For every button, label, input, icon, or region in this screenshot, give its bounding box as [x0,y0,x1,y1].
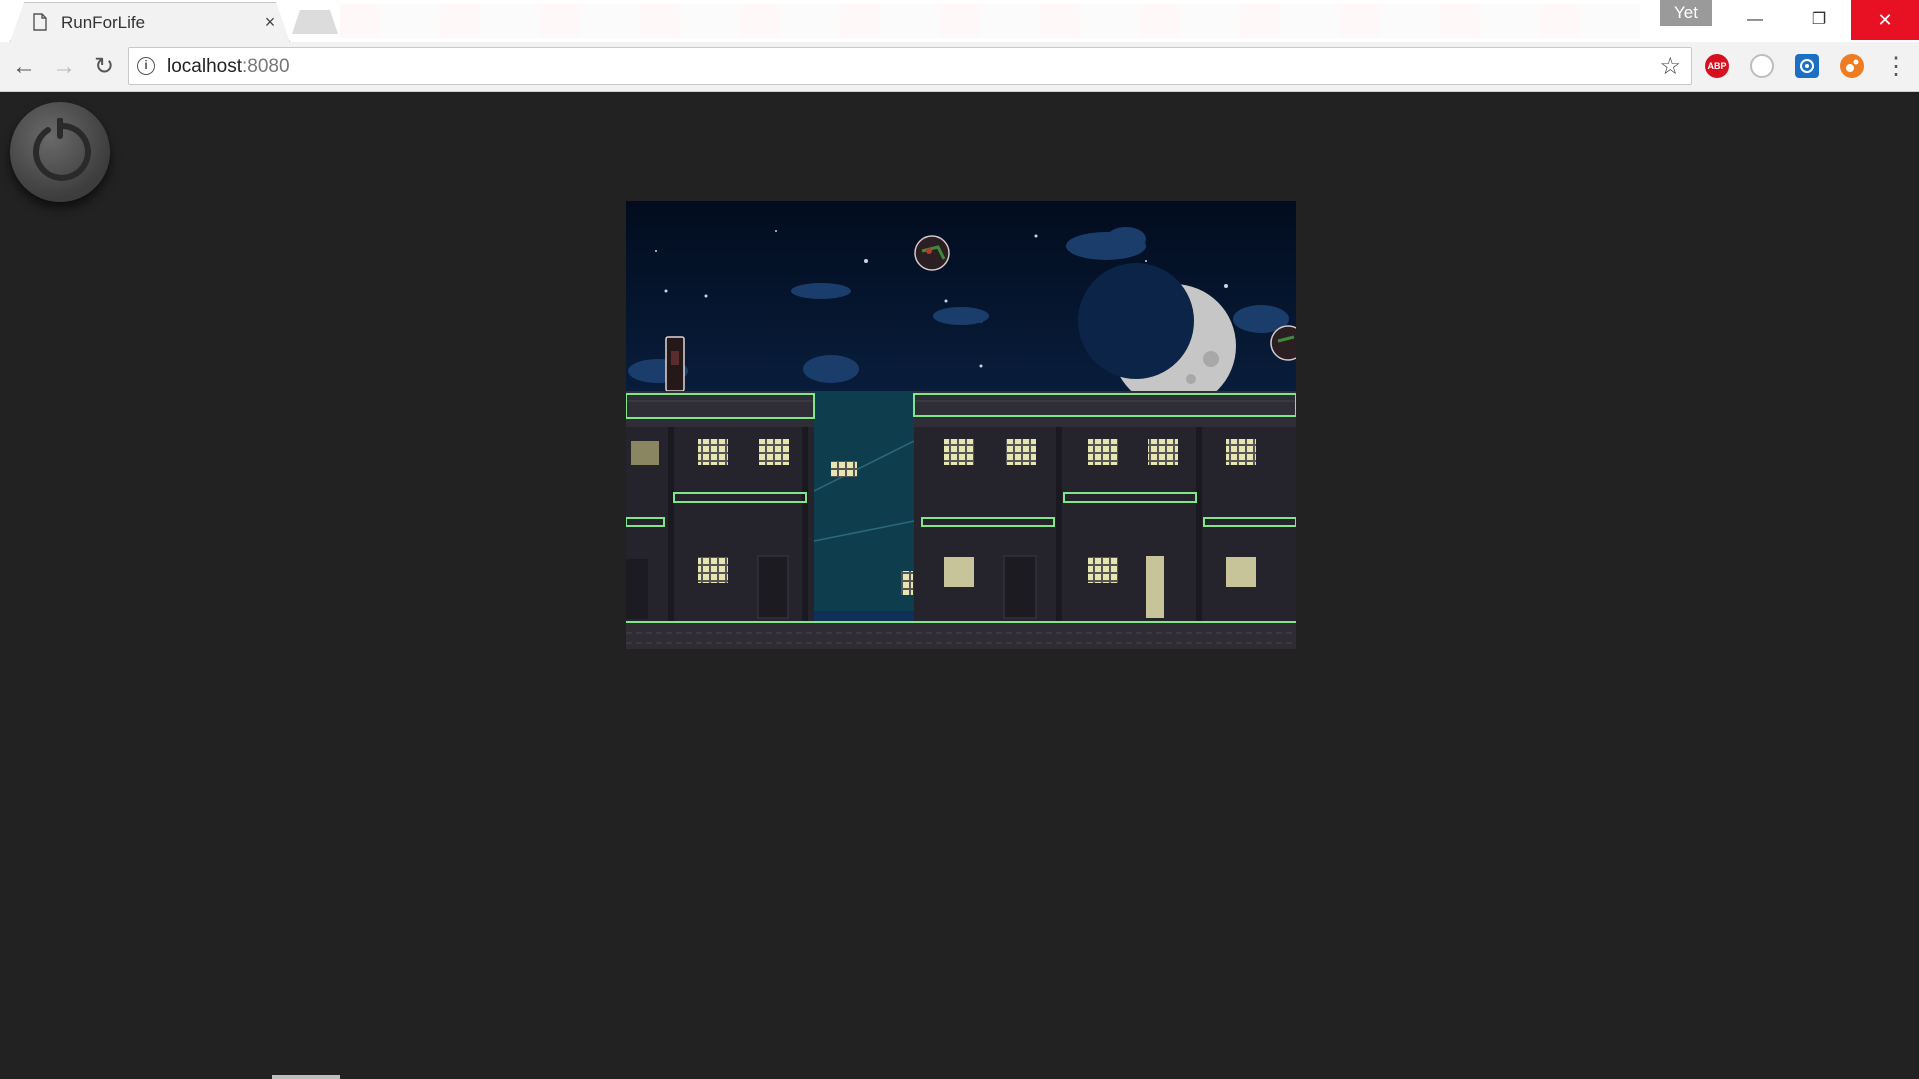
blurred-tab-area [340,4,1640,38]
enemy-drone [914,235,950,271]
search-extension-icon[interactable] [1750,54,1774,78]
reload-button[interactable]: ↻ [86,49,122,85]
tab-close-icon[interactable]: × [259,11,281,33]
url-host: localhost [167,56,242,77]
game-canvas[interactable] [626,201,1296,649]
new-tab-button[interactable] [292,10,338,34]
url-port: :8080 [242,56,290,77]
browser-menu-button[interactable]: ⋮ [1884,51,1908,83]
street-ground [626,623,1296,649]
adblock-plus-icon[interactable]: ABP [1705,54,1729,78]
close-window-button[interactable]: ✕ [1851,0,1919,40]
back-button[interactable]: ← [6,49,42,85]
orange-extension-icon[interactable] [1840,54,1864,78]
blue-extension-icon[interactable] [1795,54,1819,78]
scroll-indicator [272,1075,340,1079]
address-bar[interactable]: i localhost:8080 ☆ [128,47,1692,85]
maximize-button[interactable]: ❐ [1787,0,1851,40]
restart-icon [32,118,91,181]
player-character [665,336,685,392]
alley-background [814,391,914,611]
browser-toolbar: ← → ↻ i localhost:8080 ☆ ABP ⋮ [0,42,1919,92]
tab-title: RunForLife [61,13,146,32]
tab-strip: RunForLife × Yet — ❐ ✕ [0,0,1919,42]
tab-runforlife[interactable]: RunForLife × [10,2,290,42]
minimize-button[interactable]: — [1723,0,1787,40]
restart-button[interactable] [10,102,110,202]
building-right [914,391,1296,621]
document-icon [33,13,47,31]
info-icon[interactable]: i [137,57,155,75]
building-left [626,391,814,621]
profile-badge[interactable]: Yet [1660,0,1712,26]
url-text[interactable]: localhost:8080 [167,56,290,78]
forward-button[interactable]: → [46,49,82,85]
star-icon[interactable]: ☆ [1659,52,1681,81]
